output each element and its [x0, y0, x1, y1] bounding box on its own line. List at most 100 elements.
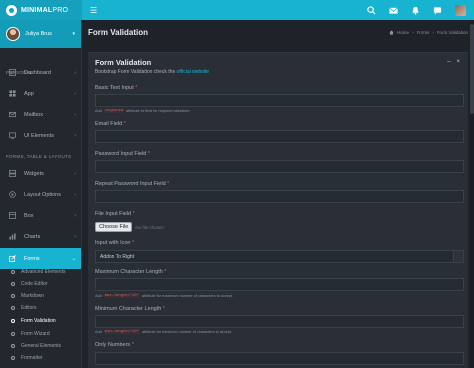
- section-forms: FORMS, TABLE & LAYOUTS: [6, 154, 72, 159]
- layout-icon: [9, 191, 16, 198]
- circle-icon: [11, 294, 15, 298]
- help-min-length: Add min-length="10" attribute for minimum …: [95, 330, 233, 334]
- sub-item-label: Code Editor: [21, 281, 48, 287]
- user-avatar: [6, 27, 20, 41]
- sub-item-editors[interactable]: Editors: [0, 302, 81, 314]
- sub-item-general-elements[interactable]: General Elements: [0, 340, 81, 352]
- chevron-right-icon: ›: [74, 170, 76, 177]
- sidebar-item-label: Forms: [24, 255, 40, 262]
- sub-item-label: Advanced Elements: [21, 269, 66, 275]
- sidebar-item-label: Box: [24, 212, 34, 219]
- chevron-right-icon: ›: [74, 212, 76, 219]
- chart-icon: [9, 233, 16, 240]
- label-min-length: Minimum Character Length *: [95, 306, 166, 312]
- sidebar-item-label: Dashboard: [24, 69, 51, 76]
- sidebar-item-label: UI Elements: [24, 132, 54, 139]
- password-field[interactable]: [95, 160, 464, 173]
- sidebar-item-mailbox[interactable]: Mailbox ›: [0, 104, 81, 125]
- widgets-icon: [9, 170, 16, 177]
- file-status: No file chosen: [135, 224, 164, 230]
- chevron-right-icon: ›: [74, 233, 76, 240]
- sidebar-item-charts[interactable]: Charts ›: [0, 226, 81, 247]
- icon-input-group: Addon To Right: [95, 250, 464, 263]
- breadcrumb-current: Form Validation: [436, 30, 468, 35]
- sidebar-item-widgets[interactable]: Widgets ›: [0, 163, 81, 184]
- search-icon[interactable]: [367, 5, 376, 15]
- sub-item-label: General Elements: [21, 343, 62, 349]
- max-length-input[interactable]: [95, 278, 464, 291]
- sidebar-item-box[interactable]: Box ›: [0, 205, 81, 226]
- breadcrumb-home[interactable]: Home: [397, 30, 409, 35]
- min-length-input[interactable]: [95, 315, 464, 328]
- circle-icon: [11, 356, 15, 360]
- brand-name: MINIMALPRO: [21, 6, 69, 14]
- sidebar-item-label: Layout Options: [24, 191, 61, 198]
- form-validation-box: Form Validation – × Bootstrap Form Valid…: [88, 52, 468, 368]
- breadcrumb-forms[interactable]: Forms: [417, 30, 430, 35]
- chevron-right-icon: ›: [74, 111, 76, 118]
- brand-logo[interactable]: MINIMALPRO: [0, 0, 82, 20]
- sidebar: Juliya Brus ▾ PERSONAL Dashboard › App ›…: [0, 20, 82, 368]
- navbar: ☰: [82, 0, 474, 20]
- mail-icon[interactable]: [389, 6, 398, 15]
- help-max-length: Add max-length="10" attribute for maximum …: [95, 294, 234, 298]
- flag-icon[interactable]: [433, 6, 442, 15]
- breadcrumb-separator: ›: [412, 30, 414, 35]
- edit-icon: [9, 255, 16, 262]
- help-required: Add required attribute to field for requir…: [95, 109, 191, 113]
- file-input: Choose File No file chosen: [95, 222, 164, 232]
- scrollbar-thumb[interactable]: [470, 24, 474, 114]
- icon-input[interactable]: Addon To Right: [96, 251, 453, 262]
- tv-icon: [9, 132, 16, 139]
- sidebar-item-label: Charts: [24, 233, 41, 240]
- sub-item-code-editor[interactable]: Code Editor: [0, 278, 81, 290]
- breadcrumb: Home › Forms › Form Validation: [389, 29, 468, 36]
- sidebar-item-app[interactable]: App ›: [0, 83, 81, 104]
- chevron-right-icon: ›: [74, 90, 76, 97]
- sidebar-item-label: App: [24, 90, 34, 97]
- home-icon[interactable]: [389, 29, 394, 36]
- sidebar-item-layout-options[interactable]: Layout Options ›: [0, 184, 81, 205]
- only-numbers-input[interactable]: [95, 352, 464, 365]
- chevron-down-icon[interactable]: ▾: [72, 31, 75, 37]
- logo-icon: [6, 4, 17, 16]
- subtitle-text: Bootstrap Form Validation check the: [95, 69, 176, 75]
- page-title: Form Validation: [88, 28, 149, 37]
- chevron-right-icon: ›: [74, 132, 76, 139]
- label-repeat-password: Repeat Password Input Field *: [95, 181, 170, 187]
- label-only-numbers: Only Numbers *: [95, 342, 134, 348]
- chevron-right-icon: ›: [74, 191, 76, 198]
- email-field[interactable]: [95, 130, 464, 143]
- choose-file-button[interactable]: Choose File: [95, 222, 133, 232]
- dashboard-icon: [9, 69, 16, 76]
- sub-item-label: Editors: [21, 305, 37, 311]
- input-addon: [453, 251, 463, 262]
- top-bar: MINIMALPRO ☰: [0, 0, 474, 20]
- user-panel[interactable]: Juliya Brus ▾: [0, 20, 81, 48]
- mail-icon: [9, 111, 16, 118]
- sub-item-markdown[interactable]: Markdown: [0, 290, 81, 302]
- bell-icon[interactable]: [411, 6, 420, 15]
- circle-icon: [11, 332, 15, 336]
- repeat-password-field[interactable]: [95, 190, 464, 203]
- avatar[interactable]: [455, 4, 466, 16]
- sub-item-label: Form Wizard: [21, 331, 50, 337]
- minimize-icon[interactable]: –: [447, 59, 450, 65]
- official-website-link[interactable]: official website: [177, 69, 209, 75]
- sub-item-form-validation[interactable]: Form Validation: [0, 315, 81, 327]
- sidebar-item-ui-elements[interactable]: UI Elements ›: [0, 125, 81, 146]
- basic-text-input[interactable]: [95, 94, 464, 107]
- hamburger-icon[interactable]: ☰: [90, 6, 97, 15]
- circle-icon: [11, 306, 15, 310]
- sub-item-form-wizard[interactable]: Form Wizard: [0, 328, 81, 340]
- user-name: Juliya Brus: [25, 31, 52, 37]
- label-basic-text: Basic Text Input *: [95, 85, 138, 91]
- sub-item-formatter[interactable]: Formatter: [0, 352, 81, 364]
- close-icon[interactable]: ×: [456, 59, 460, 65]
- circle-icon: [11, 319, 15, 323]
- label-password: Password Input Field *: [95, 151, 151, 157]
- circle-icon: [11, 344, 15, 348]
- sub-item-advanced-elements[interactable]: Advanced Elements: [0, 266, 81, 278]
- sidebar-item-dashboard[interactable]: Dashboard ›: [0, 62, 81, 83]
- chevron-right-icon: ›: [74, 69, 76, 76]
